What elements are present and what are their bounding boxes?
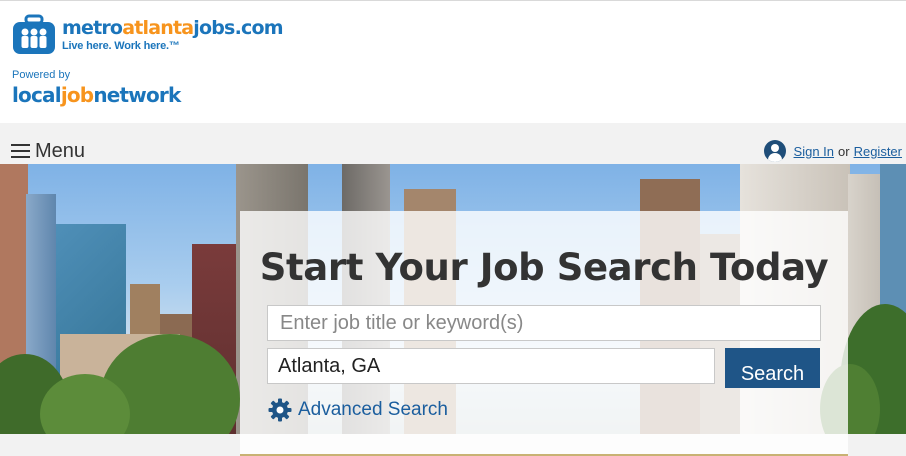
site-logo[interactable]: metroatlantajobs.com Live here. Work her… xyxy=(12,14,284,56)
search-button[interactable]: Search xyxy=(725,348,820,388)
briefcase-people-icon xyxy=(12,14,58,56)
search-heading: Start Your Job Search Today xyxy=(259,246,829,289)
network-logo[interactable]: localjobnetwork xyxy=(12,83,181,107)
hamburger-icon xyxy=(11,143,30,159)
menu-label: Menu xyxy=(35,140,86,162)
account-links: Sign In or Register xyxy=(763,140,902,162)
nav-bar: Menu Sign In or Register xyxy=(0,123,906,164)
register-link[interactable]: Register xyxy=(854,144,902,159)
sign-in-link[interactable]: Sign In xyxy=(794,144,834,159)
advanced-search-link[interactable]: Advanced Search xyxy=(268,398,448,422)
advanced-search-label: Advanced Search xyxy=(298,399,448,420)
logo-tagline: Live here. Work here.™ xyxy=(62,39,180,52)
user-icon[interactable] xyxy=(763,140,786,162)
powered-by-label: Powered by xyxy=(12,69,71,81)
logo-wordmark: metroatlantajobs.com xyxy=(62,16,284,39)
or-text: or xyxy=(838,143,850,159)
menu-button[interactable]: Menu xyxy=(11,141,85,161)
gear-icon xyxy=(268,398,292,422)
keyword-search-input[interactable] xyxy=(267,305,821,341)
search-panel: Start Your Job Search Today Search Advan… xyxy=(240,211,848,456)
top-divider xyxy=(0,0,906,1)
location-input[interactable] xyxy=(267,348,715,384)
